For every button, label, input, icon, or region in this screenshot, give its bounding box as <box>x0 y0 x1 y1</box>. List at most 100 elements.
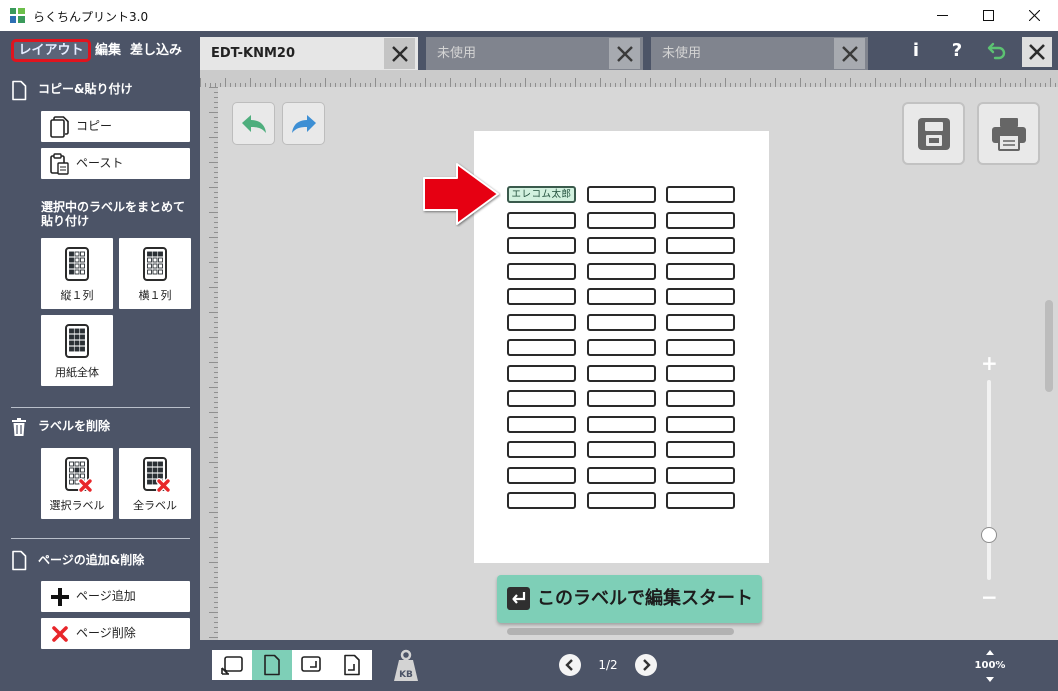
label-cell[interactable] <box>507 237 576 254</box>
paste-full-sheet-button[interactable]: 用紙全体 <box>41 315 113 386</box>
label-cell[interactable] <box>666 288 735 305</box>
rotate-right-option[interactable] <box>292 650 332 680</box>
layout-canvas[interactable]: エレコム太郎 + − このラベルで編集スタート <box>200 70 1058 640</box>
caret-up-icon <box>986 650 994 655</box>
label-cell[interactable] <box>507 211 576 229</box>
paste-vertical-column-button[interactable]: 縦１列 <box>41 238 113 309</box>
horizontal-scrollbar[interactable] <box>507 628 734 635</box>
label-cell[interactable] <box>586 262 656 280</box>
paste-button-label: ペースト <box>76 156 124 170</box>
label-cell[interactable] <box>666 441 735 458</box>
label-cell[interactable] <box>586 186 656 203</box>
label-cell[interactable] <box>507 262 576 280</box>
redo-button[interactable] <box>282 102 325 145</box>
portrait-page-option[interactable] <box>252 650 292 680</box>
zoom-in-icon[interactable]: + <box>981 353 998 373</box>
window-close-button[interactable] <box>1011 0 1057 31</box>
flip-page-option[interactable] <box>332 650 372 680</box>
return-button[interactable] <box>985 39 1009 63</box>
add-page-button[interactable]: ページ追加 <box>41 581 190 612</box>
mode-tab-layout[interactable]: レイアウト <box>11 39 91 62</box>
trash-icon <box>11 417 27 440</box>
label-sheet[interactable]: エレコム太郎 <box>474 131 769 563</box>
label-cell[interactable] <box>666 364 735 382</box>
previous-page-button[interactable] <box>559 654 581 676</box>
plus-icon <box>49 586 71 608</box>
label-cell[interactable] <box>666 237 735 254</box>
label-cell[interactable] <box>666 466 735 484</box>
rotate-left-option[interactable] <box>212 650 252 680</box>
doc-tab-label: EDT-KNM20 <box>211 46 296 61</box>
portrait-page-icon <box>264 654 280 676</box>
label-cell[interactable] <box>586 288 656 305</box>
label-cell[interactable] <box>586 339 656 356</box>
zoom-level-control[interactable]: 100% <box>965 647 1015 685</box>
label-cell[interactable] <box>586 466 656 484</box>
label-cell[interactable] <box>507 492 576 509</box>
label-cell[interactable] <box>666 313 735 331</box>
next-page-button[interactable] <box>635 654 657 676</box>
delete-page-button[interactable]: ページ削除 <box>41 618 190 649</box>
label-cell[interactable] <box>586 390 656 407</box>
delete-all-labels-button[interactable]: 全ラベル <box>119 448 191 519</box>
minimize-button[interactable] <box>919 0 965 31</box>
doc-tab[interactable]: 未使用 <box>426 37 643 70</box>
mode-tab-merge[interactable]: 差し込み <box>130 39 182 62</box>
label-cell[interactable] <box>666 492 735 509</box>
label-cell[interactable] <box>507 466 576 484</box>
undo-button[interactable] <box>232 102 275 145</box>
label-cell[interactable] <box>507 441 576 458</box>
label-cell[interactable] <box>507 364 576 382</box>
label-cell[interactable] <box>666 262 735 280</box>
start-editing-button[interactable]: このラベルで編集スタート <box>497 575 762 623</box>
label-cell[interactable] <box>586 415 656 433</box>
label-cell[interactable] <box>666 211 735 229</box>
label-cell[interactable]: エレコム太郎 <box>507 186 576 203</box>
rotate-right-icon <box>301 656 321 672</box>
label-cell[interactable] <box>586 441 656 458</box>
mode-tab-edit[interactable]: 編集 <box>95 39 121 62</box>
label-cell[interactable] <box>586 237 656 254</box>
label-cell[interactable] <box>666 339 735 356</box>
info-button[interactable]: i <box>905 37 927 65</box>
label-cell[interactable] <box>586 313 656 331</box>
label-cell[interactable] <box>507 339 576 356</box>
save-icon <box>917 117 950 150</box>
label-cell[interactable] <box>586 211 656 229</box>
paste-horizontal-row-label: 横１列 <box>138 289 172 302</box>
label-cell[interactable] <box>507 288 576 305</box>
print-button[interactable] <box>977 102 1040 165</box>
label-cell[interactable] <box>666 415 735 433</box>
zoom-out-icon[interactable]: − <box>981 587 998 607</box>
label-cell[interactable] <box>586 492 656 509</box>
doc-tab[interactable]: 未使用 <box>651 37 868 70</box>
save-button[interactable] <box>902 102 965 165</box>
page-section-title: ページの追加&削除 <box>38 553 145 567</box>
paste-horizontal-row-button[interactable]: 横１列 <box>119 238 191 309</box>
doc-tab-close-button[interactable] <box>384 38 415 69</box>
doc-tab[interactable]: EDT-KNM20 <box>200 37 418 70</box>
copy-button[interactable]: コピー <box>41 111 190 142</box>
copy-icon <box>49 116 71 138</box>
vertical-scrollbar[interactable] <box>1045 300 1053 392</box>
chevron-left-icon <box>565 659 573 671</box>
print-icon <box>991 117 1026 151</box>
label-cell[interactable] <box>666 186 735 203</box>
doc-tab-close-button[interactable] <box>834 38 865 69</box>
zoom-slider-track[interactable] <box>987 380 991 580</box>
label-cell[interactable] <box>507 415 576 433</box>
paste-button[interactable]: ペースト <box>41 148 190 179</box>
help-button[interactable]: ? <box>946 37 968 65</box>
label-cell[interactable] <box>666 390 735 407</box>
maximize-button[interactable] <box>965 0 1011 31</box>
doc-tab-close-button[interactable] <box>609 38 640 69</box>
label-cell[interactable] <box>586 364 656 382</box>
app-close-button[interactable] <box>1022 37 1052 67</box>
horizontal-ruler <box>200 70 1058 87</box>
zoom-slider-thumb[interactable] <box>981 527 997 543</box>
label-cell[interactable] <box>507 390 576 407</box>
label-cell[interactable] <box>507 313 576 331</box>
close-icon <box>1028 10 1040 21</box>
caret-down-icon <box>986 677 994 682</box>
delete-selected-labels-button[interactable]: 選択ラベル <box>41 448 113 519</box>
